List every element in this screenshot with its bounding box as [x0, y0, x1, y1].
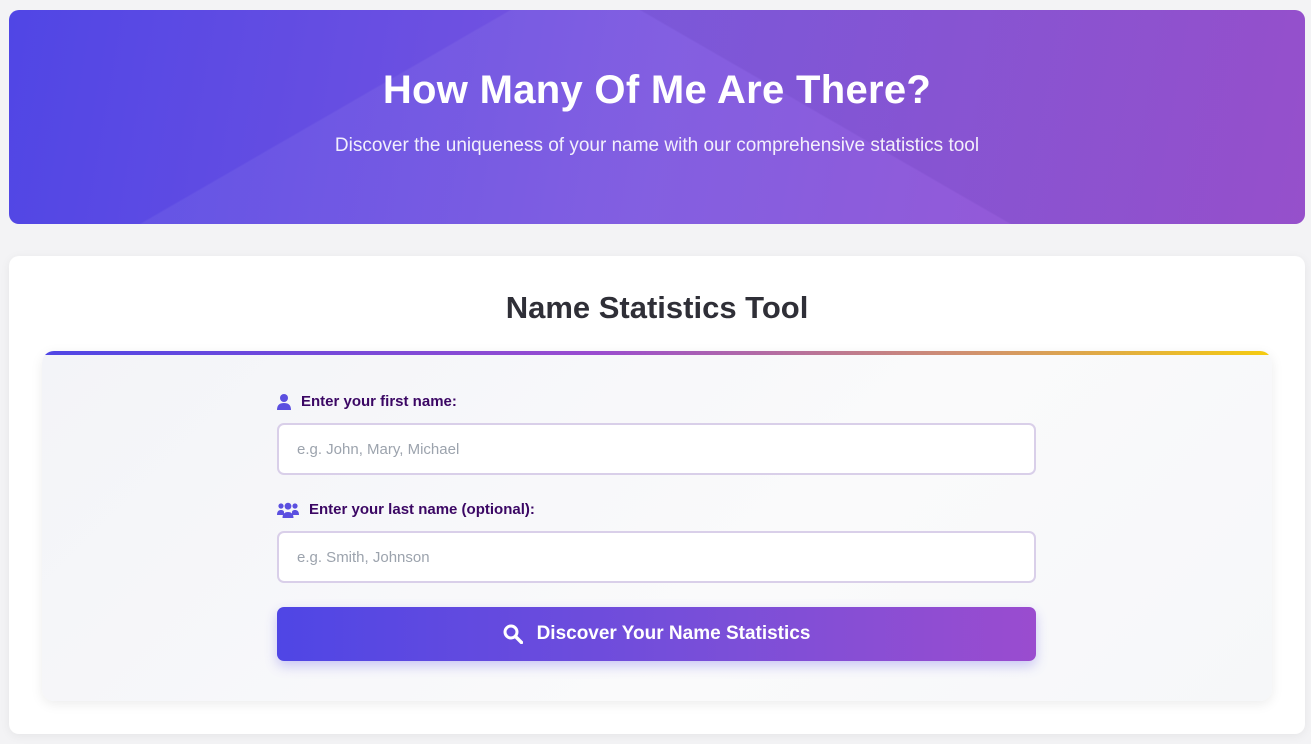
hero-banner: How Many Of Me Are There? Discover the u… [9, 10, 1305, 224]
last-name-input[interactable] [277, 531, 1036, 583]
hero-decoration-right [9, 10, 1305, 224]
last-name-label-text: Enter your last name (optional): [309, 501, 535, 518]
tool-heading: Name Statistics Tool [505, 290, 809, 325]
users-icon [277, 502, 299, 518]
first-name-label-text: Enter your first name: [301, 393, 457, 410]
gradient-accent-bar [42, 351, 1272, 355]
last-name-label: Enter your last name (optional): [277, 501, 535, 518]
first-name-input[interactable] [277, 423, 1036, 475]
search-icon [503, 624, 523, 644]
hero-subtitle: Discover the uniqueness of your name wit… [334, 135, 980, 156]
first-name-label: Enter your first name: [277, 393, 457, 410]
discover-statistics-label: Discover Your Name Statistics [536, 623, 811, 644]
name-search-form: Enter your first name: Enter your last n… [42, 351, 1272, 701]
name-statistics-card: Name Statistics Tool Enter your first na… [9, 256, 1305, 734]
discover-statistics-button[interactable]: Discover Your Name Statistics [277, 607, 1036, 661]
hero-decoration-left [9, 10, 1305, 224]
user-icon [277, 393, 291, 410]
hero-title: How Many Of Me Are There? [382, 68, 932, 112]
